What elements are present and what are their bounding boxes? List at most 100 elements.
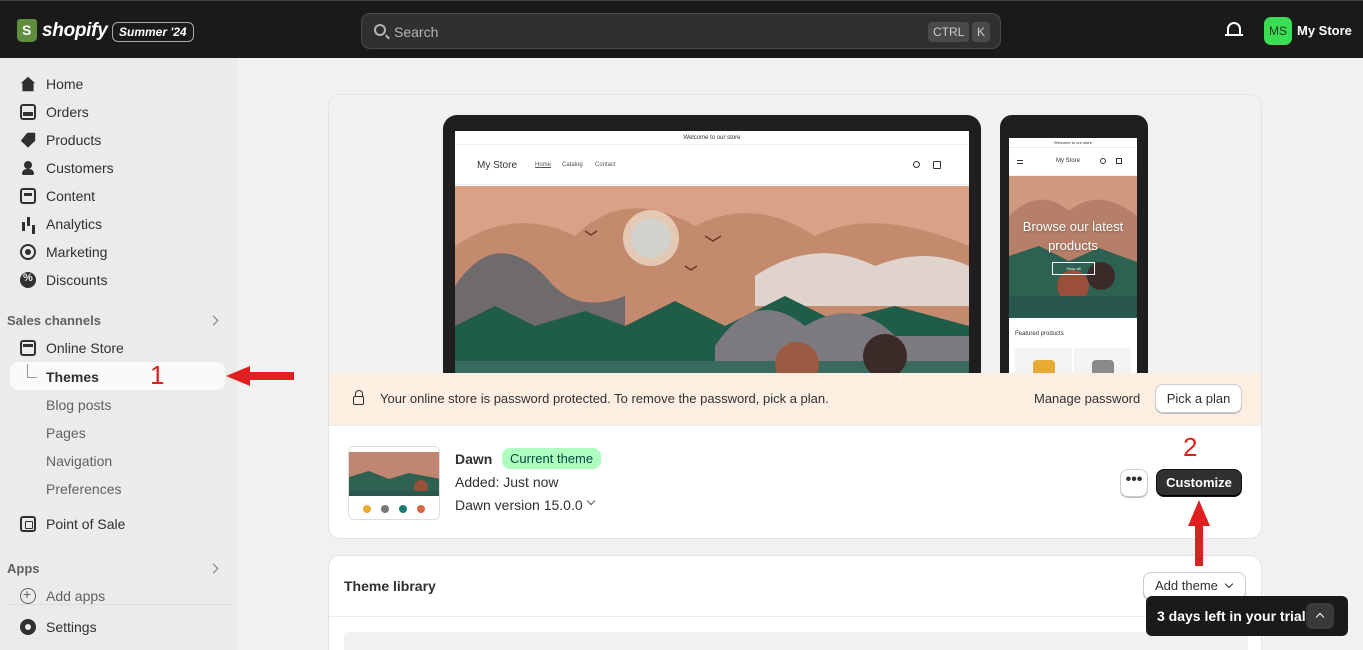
hero-illustration [455, 186, 969, 391]
store-name[interactable]: My Store [1297, 23, 1352, 38]
sales-channels-heading[interactable]: Sales channels [7, 313, 101, 328]
mobile-search-icon [1100, 158, 1106, 164]
chevron-right-icon[interactable] [208, 315, 219, 326]
search-placeholder: Search [394, 24, 439, 40]
sidebar-item-orders[interactable]: Orders [20, 100, 89, 124]
sidebar-item-label: Point of Sale [46, 516, 126, 532]
sidebar-subitem-pages[interactable]: Pages [46, 425, 86, 441]
preview-store-name: My Store [477, 160, 518, 171]
more-actions-button[interactable]: ••• [1120, 469, 1148, 497]
inbox-icon [20, 104, 36, 120]
shortcut-ctrl-key: CTRL [928, 22, 970, 42]
mobile-hero-title: Browse our latest products [1022, 219, 1124, 253]
pos-icon [20, 516, 36, 532]
trial-text: 3 days left in your trial [1157, 608, 1306, 624]
sidebar-item-marketing[interactable]: Marketing [20, 240, 107, 264]
sidebar-item-label: Settings [46, 619, 97, 635]
avatar[interactable]: MS [1264, 17, 1292, 45]
sidebar-item-label: Products [46, 132, 102, 148]
sidebar-item-discounts[interactable]: Discounts [20, 268, 107, 292]
bell-icon[interactable] [1225, 22, 1243, 36]
apps-heading[interactable]: Apps [7, 561, 40, 576]
sidebar-item-label: Customers [46, 160, 114, 176]
theme-version[interactable]: Dawn version 15.0.0 [455, 497, 583, 513]
current-theme-row: Dawn Current theme Added: Just now Dawn … [329, 425, 1261, 538]
menu-icon [1017, 160, 1023, 164]
preview-nav-catalog: Catalog [562, 162, 583, 168]
sidebar-item-settings[interactable]: Settings [20, 615, 97, 639]
sidebar-item-point-of-sale[interactable]: Point of Sale [20, 512, 125, 536]
preview-nav-contact: Contact [595, 162, 616, 168]
pick-plan-button[interactable]: Pick a plan [1155, 384, 1242, 413]
shopify-logo[interactable]: shopify [17, 19, 108, 42]
chevron-right-icon[interactable] [208, 563, 219, 574]
bar-chart-icon [20, 216, 36, 232]
sidebar-item-online-store[interactable]: Online Store [20, 336, 124, 360]
annotation-step-1: 1 [150, 360, 165, 390]
mobile-header: My Store [1009, 148, 1137, 176]
home-icon [20, 76, 36, 92]
shortcut-k-key: K [972, 22, 991, 42]
theme-library-title: Theme library [344, 578, 436, 594]
chevron-down-icon [1224, 579, 1234, 589]
content-icon [20, 188, 36, 204]
mobile-hero-image: Browse our latest products Shop all [1009, 176, 1137, 318]
preview-cart-icon [933, 161, 941, 169]
sidebar-item-label: Content [46, 188, 96, 204]
sidebar-item-label: Discounts [46, 272, 108, 288]
tree-connector [27, 364, 37, 378]
current-theme-badge: Current theme [502, 448, 602, 469]
mobile-preview: Welcome to our store My Store Browse our… [1000, 115, 1148, 385]
sidebar-subitem-navigation[interactable]: Navigation [46, 453, 112, 469]
mobile-preview-screen: Welcome to our store My Store Browse our… [1009, 138, 1137, 378]
chevron-up-icon[interactable] [1306, 603, 1334, 629]
theme-preview[interactable]: Welcome to our store My Store Home Catal… [329, 95, 1261, 391]
sidebar-item-label: Online Store [46, 340, 124, 356]
edition-badge[interactable]: Summer '24 [112, 22, 194, 42]
logo-text: shopify [42, 19, 108, 41]
sidebar-item-label: Add apps [46, 588, 106, 604]
search-bar[interactable]: Search CTRL K [361, 13, 1001, 49]
trial-banner[interactable]: 3 days left in your trial [1146, 596, 1348, 636]
gear-icon [20, 619, 36, 635]
sidebar-item-home[interactable]: Home [20, 72, 83, 96]
annotation-step-2: 2 [1183, 432, 1198, 462]
sidebar-item-customers[interactable]: Customers [20, 156, 114, 180]
preview-search-icon [913, 161, 920, 168]
sidebar-subitem-preferences[interactable]: Preferences [46, 481, 121, 497]
theme-name: Dawn [455, 451, 493, 467]
chevron-down-icon[interactable] [586, 496, 596, 506]
sidebar-item-analytics[interactable]: Analytics [20, 212, 102, 236]
store-icon [20, 340, 36, 356]
mobile-store-name: My Store [1056, 158, 1081, 164]
sidebar-item-content[interactable]: Content [20, 184, 95, 208]
mobile-cart-icon [1116, 158, 1122, 164]
theme-thumbnail[interactable] [348, 446, 440, 520]
preview-announcement: Welcome to our store [455, 131, 969, 145]
sidebar-subitem-blog-posts[interactable]: Blog posts [46, 397, 111, 413]
sidebar-item-products[interactable]: Products [20, 128, 101, 152]
sidebar-item-themes-active-bg[interactable] [10, 362, 225, 390]
shopify-bag-icon [17, 19, 37, 42]
preview-hero-image [455, 186, 969, 391]
sidebar: Home Orders Products Customers Content A… [0, 58, 238, 650]
target-icon [20, 244, 36, 260]
customize-button[interactable]: Customize [1156, 469, 1242, 497]
sidebar-item-label: Orders [46, 104, 89, 120]
mobile-featured-heading: Featured products [1015, 331, 1064, 337]
thumbnail-illustration [349, 447, 439, 513]
sidebar-item-label: Analytics [46, 216, 103, 232]
annotation-arrow-up-icon [1188, 500, 1210, 566]
desktop-preview: Welcome to our store My Store Home Catal… [443, 115, 981, 391]
theme-library-content [344, 632, 1248, 650]
preview-nav-home: Home [535, 162, 552, 168]
sidebar-subitem-themes[interactable]: Themes [46, 369, 99, 385]
sidebar-item-label: Marketing [46, 244, 108, 260]
lock-icon [353, 390, 364, 405]
annotation-arrow-left-icon [226, 366, 294, 386]
manage-password-link[interactable]: Manage password [1034, 391, 1140, 406]
mobile-announcement: Welcome to our store [1009, 138, 1137, 148]
password-banner: Your online store is password protected.… [329, 373, 1261, 425]
current-theme-card: Welcome to our store My Store Home Catal… [328, 94, 1262, 539]
add-theme-label: Add theme [1155, 578, 1218, 593]
